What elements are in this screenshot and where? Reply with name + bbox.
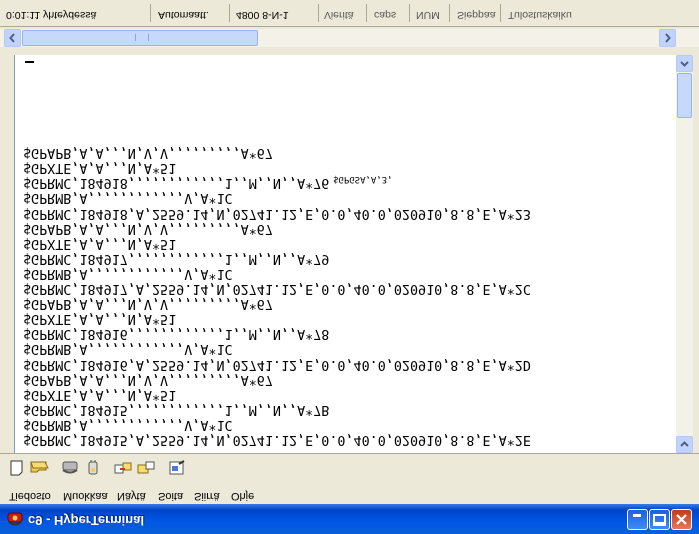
- terminal-line: $GPXTE,A,A,,,N,A*51: [23, 235, 177, 251]
- terminal-line: $GPRMB,A,,,,,,,,,,,,V,A*1C: [23, 341, 233, 357]
- status-detect: Automaatt.: [158, 9, 209, 21]
- status-divider: [318, 4, 319, 22]
- vertical-scrollbar[interactable]: [676, 55, 693, 453]
- terminal-line: $GPRMB,A,,,,,,,,,,,,V,A*1C: [23, 190, 233, 206]
- call-button[interactable]: [60, 459, 80, 477]
- status-num: NUM: [416, 9, 440, 21]
- properties-button[interactable]: [167, 459, 187, 477]
- phone-icon: [6, 511, 24, 527]
- status-divider: [366, 4, 367, 22]
- menu-transfer[interactable]: Siirrä: [194, 490, 220, 502]
- terminal-line: $GPRMC,184915,A,2559.14,N,02741.12,E,0.0…: [23, 432, 531, 447]
- terminal-output[interactable]: $GPRMC,184915,A,2559.14,N,02741.12,E,0.0…: [14, 55, 677, 453]
- terminal-line: $GPRMC,184915,,,,,,,,,,,,1,,M,,N,,A*7B: [23, 401, 330, 417]
- status-divider: [229, 4, 230, 22]
- terminal-cursor: [25, 61, 34, 63]
- terminal-line: $GPRMC,184918,A,2559.14,N,02741.12,E,0.0…: [23, 205, 531, 221]
- new-document-icon: [10, 460, 23, 476]
- properties-icon: [169, 460, 185, 475]
- overlapping-sentence: $GPGSA,A,3,: [333, 174, 393, 184]
- maximize-icon: [653, 514, 666, 526]
- terminal-line: $GPXTE,A,A,,,N,A*51: [23, 311, 177, 327]
- terminal-line: $GPXTE,A,A,,,N,A*51: [23, 386, 177, 402]
- status-params: 4800 8-N-1: [236, 9, 289, 21]
- vertical-scroll-thumb[interactable]: [677, 73, 692, 118]
- status-divider: [500, 4, 501, 22]
- status-capture: Sieppaa: [457, 9, 496, 21]
- status-scroll: Vieritä: [324, 9, 354, 21]
- terminal-line: $GPRMC,184916,,,,,,,,,,,,1,,M,,N,,A*78: [23, 326, 330, 342]
- terminal-line: $GPRMB,A,,,,,,,,,,,,V,A*1C: [23, 416, 233, 432]
- menu-bar: Tiedosto Muokkaa Näytä Soita Siirrä Ohje: [0, 484, 699, 504]
- open-button[interactable]: [29, 459, 49, 477]
- scroll-up-button[interactable]: [676, 55, 693, 72]
- window-title: c9 - HyperTerminal: [28, 513, 145, 528]
- scroll-right-button[interactable]: [659, 29, 676, 47]
- horizontal-scroll-thumb[interactable]: [22, 30, 258, 46]
- chevron-left-icon: [9, 33, 15, 43]
- terminal-line: $GPXTE,A,A,,,N,A*51: [23, 160, 177, 176]
- scroll-down-button[interactable]: [676, 436, 693, 453]
- terminal-line: $GPRMC,184917,,,,,,,,,,,,1,,M,,N,,A*79: [23, 250, 330, 266]
- terminal-line: $GPRMC,184916,A,2559.14,N,02741.12,E,0.0…: [23, 356, 531, 372]
- status-divider: [150, 4, 151, 22]
- close-icon: [676, 514, 687, 525]
- send-icon: [114, 462, 132, 474]
- title-bar[interactable]: c9 - HyperTerminal: [0, 504, 699, 534]
- status-divider: [449, 4, 450, 22]
- menu-file[interactable]: Tiedosto: [9, 490, 51, 502]
- phone-icon: [62, 461, 78, 474]
- chevron-down-icon: [680, 441, 689, 447]
- toolbar: [0, 453, 699, 482]
- hyperterminal-window: c9 - HyperTerminal Tiedosto Muokkaa Näyt…: [0, 0, 699, 534]
- terminal-line: $GPRMC,184917,A,2559.14,N,02741.12,E,0.0…: [23, 281, 531, 297]
- close-button[interactable]: [671, 509, 692, 530]
- minimize-button[interactable]: [627, 509, 648, 530]
- terminal-line: $GPAPB,A,A,,,N,V,V,,,,,,,,,A*67: [23, 296, 273, 312]
- status-print: Tulostuskaiku: [508, 9, 572, 21]
- menu-view[interactable]: Näytä: [117, 490, 146, 502]
- status-caps: caps: [374, 9, 397, 21]
- maximize-button[interactable]: [649, 509, 670, 530]
- receive-icon: [137, 461, 155, 474]
- terminal-line: $GPRMB,A,,,,,,,,,,,,V,A*1C: [23, 265, 233, 281]
- scroll-left-button[interactable]: [4, 29, 21, 47]
- new-button[interactable]: [7, 459, 27, 477]
- open-folder-icon: [30, 461, 49, 473]
- disconnect-icon: [88, 460, 98, 475]
- terminal-line: $GPAPB,A,A,,,N,V,V,,,,,,,,,A*67: [23, 220, 273, 236]
- status-divider: [409, 4, 410, 22]
- chevron-up-icon: [680, 61, 689, 67]
- status-bar: 0:01:11 yhteydessä Automaatt. 4800 8-N-1…: [0, 0, 699, 27]
- terminal-lines: $GPRMC,184915,A,2559.14,N,02741.12,E,0.0…: [23, 145, 531, 447]
- menu-help[interactable]: Ohje: [231, 490, 254, 502]
- terminal-line: $GPRMC,184918,,,,,,,,,,,,1,,M,,N,,A*76: [23, 175, 330, 191]
- send-button[interactable]: [113, 459, 133, 477]
- minimize-icon: [633, 514, 641, 517]
- status-connected: 0:01:11 yhteydessä: [6, 9, 97, 21]
- horizontal-scrollbar[interactable]: [0, 29, 699, 47]
- menu-call[interactable]: Soita: [158, 490, 183, 502]
- disconnect-button[interactable]: [83, 459, 103, 477]
- terminal-line: $GPAPB,A,A,,,N,V,V,,,,,,,,,A*67: [23, 371, 273, 387]
- scroll-grip: [135, 34, 149, 41]
- terminal-line: $GPAPB,A,A,,,N,V,V,,,,,,,,,A*67: [23, 145, 273, 161]
- receive-button[interactable]: [136, 459, 156, 477]
- chevron-right-icon: [665, 33, 671, 43]
- menu-edit[interactable]: Muokkaa: [63, 490, 108, 502]
